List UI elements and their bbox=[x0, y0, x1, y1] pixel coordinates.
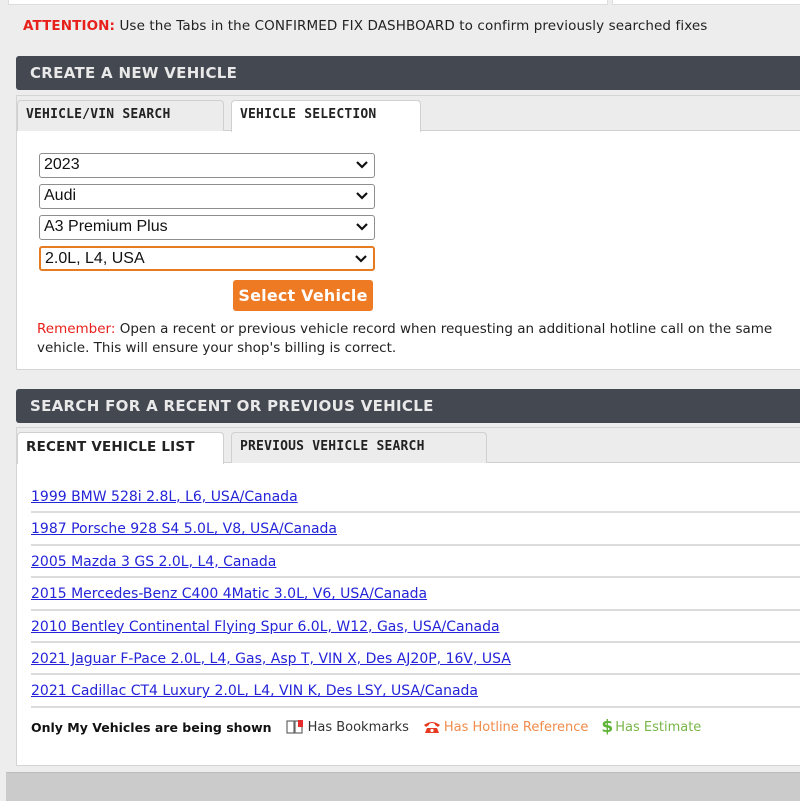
model-select-value: A3 Premium Plus bbox=[44, 218, 168, 235]
legend-estimate: $ Has Estimate bbox=[601, 717, 701, 737]
remember-label: Remember: bbox=[37, 321, 116, 337]
vehicle-link[interactable]: 2015 Mercedes-Benz C400 4Matic 3.0L, V6,… bbox=[31, 586, 427, 602]
list-item: 2015 Mercedes-Benz C400 4Matic 3.0L, V6,… bbox=[31, 578, 800, 611]
list-item: 2010 Bentley Continental Flying Spur 6.0… bbox=[31, 611, 800, 643]
tab-recent-vehicle-list[interactable]: RECENT VEHICLE LIST bbox=[17, 432, 224, 464]
vehicle-link[interactable]: 1987 Porsche 928 S4 5.0L, V8, USA/Canada bbox=[31, 521, 337, 537]
vehicle-link[interactable]: 1999 BMW 528i 2.8L, L6, USA/Canada bbox=[31, 489, 298, 505]
search-vehicle-header: SEARCH FOR A RECENT OR PREVIOUS VEHICLE bbox=[16, 389, 800, 423]
make-select-value: Audi bbox=[44, 187, 77, 204]
tab-vehicle-selection[interactable]: VEHICLE SELECTION bbox=[231, 100, 421, 132]
attention-label: ATTENTION: bbox=[23, 18, 116, 34]
top-strip bbox=[0, 0, 800, 5]
list-item: 2021 Jaguar F-Pace 2.0L, L4, Gas, Asp T,… bbox=[31, 643, 800, 676]
recent-vehicle-list: 1999 BMW 528i 2.8L, L6, USA/Canada 1987 … bbox=[31, 481, 800, 708]
bookmark-icon bbox=[285, 720, 303, 734]
footer-bar bbox=[6, 772, 800, 801]
chevron-down-icon bbox=[355, 255, 367, 263]
year-select[interactable]: 2023 bbox=[39, 153, 375, 178]
attention-notice: ATTENTION: Use the Tabs in the CONFIRMED… bbox=[23, 18, 707, 34]
create-vehicle-tabbar: VEHICLE/VIN SEARCH VEHICLE SELECTION bbox=[17, 96, 800, 132]
dollar-icon: $ bbox=[601, 717, 614, 737]
engine-select[interactable]: 2.0L, L4, USA bbox=[39, 246, 375, 271]
legend-bookmarks: Has Bookmarks bbox=[285, 719, 409, 735]
vehicle-legend: Only My Vehicles are being shown Has Boo… bbox=[31, 717, 714, 737]
search-vehicle-tabbar: RECENT VEHICLE LIST PREVIOUS VEHICLE SEA… bbox=[17, 428, 800, 464]
legend-hotline-label: Has Hotline Reference bbox=[443, 719, 589, 735]
top-box-right bbox=[612, 0, 800, 5]
chevron-down-icon bbox=[356, 223, 368, 231]
engine-select-value: 2.0L, L4, USA bbox=[45, 250, 145, 267]
legend-bookmarks-label: Has Bookmarks bbox=[307, 719, 409, 735]
legend-estimate-label: Has Estimate bbox=[615, 719, 702, 735]
tab-vehicle-vin-search[interactable]: VEHICLE/VIN SEARCH bbox=[17, 100, 224, 131]
list-item: 2021 Cadillac CT4 Luxury 2.0L, L4, VIN K… bbox=[31, 675, 800, 708]
remember-notice: Remember: Open a recent or previous vehi… bbox=[37, 320, 800, 358]
tab-previous-vehicle-search[interactable]: PREVIOUS VEHICLE SEARCH bbox=[231, 432, 487, 463]
top-box-left bbox=[8, 0, 608, 5]
chevron-down-icon bbox=[356, 192, 368, 200]
make-select[interactable]: Audi bbox=[39, 184, 375, 209]
search-vehicle-panel: RECENT VEHICLE LIST PREVIOUS VEHICLE SEA… bbox=[16, 427, 800, 766]
list-item: 2005 Mazda 3 GS 2.0L, L4, Canada bbox=[31, 546, 800, 579]
vehicle-link[interactable]: 2005 Mazda 3 GS 2.0L, L4, Canada bbox=[31, 554, 276, 570]
vehicle-link[interactable]: 2010 Bentley Continental Flying Spur 6.0… bbox=[31, 619, 500, 635]
only-my-vehicles-text: Only My Vehicles are being shown bbox=[31, 719, 272, 735]
list-item: 1999 BMW 528i 2.8L, L6, USA/Canada bbox=[31, 481, 800, 514]
legend-hotline: Has Hotline Reference bbox=[422, 719, 589, 735]
create-vehicle-header: CREATE A NEW VEHICLE bbox=[16, 56, 800, 90]
remember-text: Open a recent or previous vehicle record… bbox=[37, 321, 773, 356]
chevron-down-icon bbox=[356, 161, 368, 169]
vehicle-link[interactable]: 2021 Cadillac CT4 Luxury 2.0L, L4, VIN K… bbox=[31, 683, 478, 699]
list-item: 1987 Porsche 928 S4 5.0L, V8, USA/Canada bbox=[31, 513, 800, 546]
telephone-icon bbox=[423, 722, 440, 733]
year-select-value: 2023 bbox=[44, 156, 80, 173]
select-vehicle-button[interactable]: Select Vehicle bbox=[233, 280, 373, 311]
vehicle-link[interactable]: 2021 Jaguar F-Pace 2.0L, L4, Gas, Asp T,… bbox=[31, 651, 511, 667]
create-vehicle-panel: VEHICLE/VIN SEARCH VEHICLE SELECTION 202… bbox=[16, 95, 800, 370]
attention-text: Use the Tabs in the CONFIRMED FIX DASHBO… bbox=[115, 18, 708, 34]
model-select[interactable]: A3 Premium Plus bbox=[39, 215, 375, 240]
